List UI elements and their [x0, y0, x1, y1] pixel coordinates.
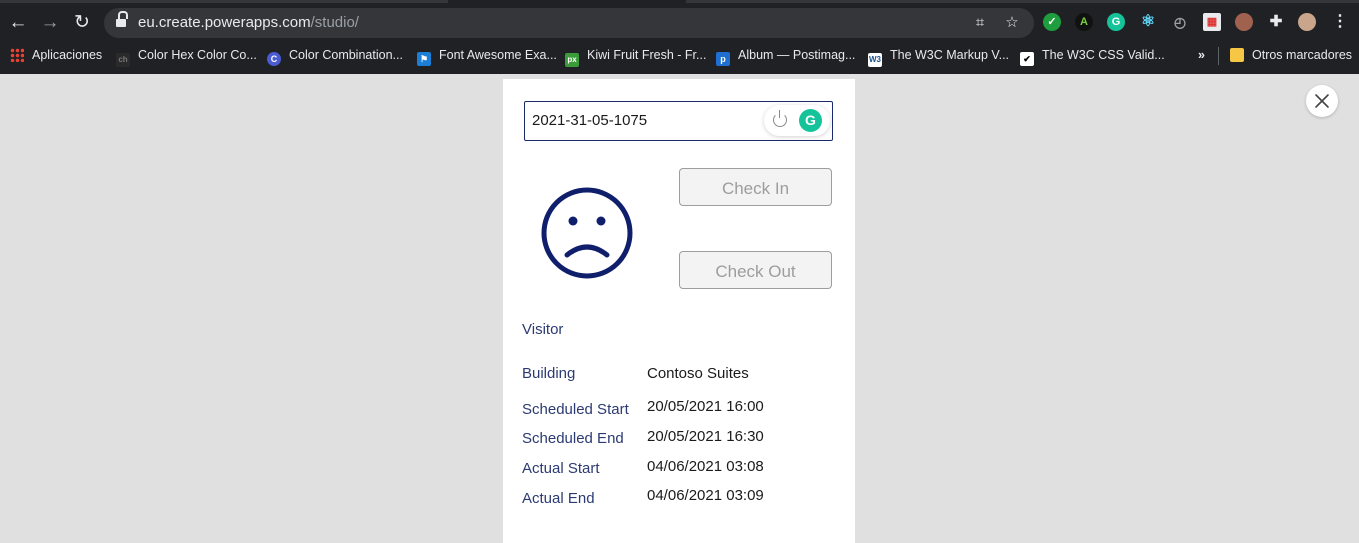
- url-path: /studio/: [310, 14, 359, 31]
- bookmark-font-awesome[interactable]: ⚑ Font Awesome Exa...: [417, 44, 557, 66]
- folder-icon: [1230, 48, 1244, 62]
- visitor-label: Visitor: [522, 321, 564, 338]
- check-extension-icon[interactable]: ✓: [1043, 13, 1061, 31]
- grammarly-widget[interactable]: G: [764, 105, 830, 136]
- power-icon[interactable]: [773, 110, 787, 127]
- grammarly-icon[interactable]: G: [799, 109, 822, 132]
- close-button[interactable]: [1306, 85, 1338, 117]
- bookmark-label: Color Hex Color Co...: [138, 48, 257, 62]
- bookmark-kiwi[interactable]: px Kiwi Fruit Fresh - Fr...: [565, 44, 707, 67]
- close-icon: [1315, 94, 1329, 108]
- bookmark-w3c-markup[interactable]: W3 The W3C Markup V...: [868, 44, 1010, 67]
- check-out-button[interactable]: Check Out: [679, 251, 832, 289]
- colorhex-icon: ch: [116, 53, 130, 67]
- apps-grid-icon: [10, 48, 24, 62]
- bookmark-color-combination[interactable]: C Color Combination...: [267, 44, 403, 66]
- bookmark-star-icon[interactable]: ☆: [1002, 13, 1022, 33]
- w3c-icon: W3: [868, 53, 882, 67]
- grammarly-extension-icon[interactable]: G: [1107, 13, 1125, 31]
- more-bookmarks-chevron-icon[interactable]: »: [1198, 44, 1205, 66]
- puzzle-extensions-icon[interactable]: ✚: [1267, 13, 1285, 31]
- actual-end-label: Actual End: [522, 490, 595, 507]
- scheduled-end-label: Scheduled End: [522, 430, 624, 447]
- forward-arrow-icon[interactable]: →: [37, 11, 63, 35]
- scheduled-end-value: 20/05/2021 16:30: [647, 428, 764, 445]
- actual-start-value: 04/06/2021 03:08: [647, 458, 764, 475]
- scheduled-start-value: 20/05/2021 16:00: [647, 398, 764, 415]
- app-canvas: 2021-31-05-1075 G Check In Check Out Vis…: [503, 79, 855, 543]
- bookmark-postimage[interactable]: p Album — Postimag...: [716, 44, 855, 66]
- browser-chrome: ← → ↻ eu.create.powerapps.com/studio/ ⌗ …: [0, 0, 1359, 74]
- brown-extension-icon[interactable]: [1235, 13, 1253, 31]
- active-tab[interactable]: [448, 0, 686, 3]
- tab-strip: [0, 0, 1359, 3]
- actual-end-value: 04/06/2021 03:09: [647, 487, 764, 504]
- flag-icon: ⚑: [417, 52, 431, 66]
- check-in-button[interactable]: Check In: [679, 168, 832, 206]
- px-icon: px: [565, 53, 579, 67]
- lock-icon: [116, 11, 128, 28]
- bookmark-label: Color Combination...: [289, 48, 403, 62]
- building-value: Contoso Suites: [647, 365, 749, 382]
- url-host: eu.create.powerapps.com: [138, 14, 311, 31]
- bookmarks-divider: [1218, 47, 1219, 65]
- bookmark-label: Album — Postimag...: [738, 48, 856, 62]
- timer-extension-icon[interactable]: ◴: [1171, 13, 1189, 31]
- css-valid-icon: ✔: [1020, 52, 1034, 66]
- actual-start-label: Actual Start: [522, 460, 600, 477]
- bookmarks-bar: Aplicaciones ch Color Hex Color Co... C Co…: [0, 44, 1359, 67]
- c-circle-icon: C: [267, 52, 281, 66]
- url-text: eu.create.powerapps.com/studio/: [138, 14, 359, 31]
- p-icon: p: [716, 52, 730, 66]
- building-label: Building: [522, 365, 576, 382]
- visit-code-value: 2021-31-05-1075: [532, 112, 648, 129]
- reload-icon[interactable]: ↻: [69, 11, 95, 35]
- calendar-extension-icon[interactable]: ▦: [1203, 13, 1221, 31]
- translate-icon[interactable]: ⌗: [970, 13, 990, 33]
- bookmark-w3c-css[interactable]: ✔ The W3C CSS Valid...: [1020, 44, 1165, 66]
- scheduled-start-label: Scheduled Start: [522, 401, 629, 418]
- back-arrow-icon[interactable]: ←: [5, 11, 31, 35]
- react-extension-icon[interactable]: ⚛: [1139, 13, 1157, 31]
- visit-code-input[interactable]: 2021-31-05-1075 G: [524, 101, 833, 141]
- profile-avatar[interactable]: [1298, 13, 1316, 31]
- bookmark-other[interactable]: Otros marcadores: [1230, 44, 1352, 66]
- sad-face-icon: [541, 187, 633, 279]
- menu-kebab-icon[interactable]: ⋮: [1331, 13, 1349, 31]
- address-bar[interactable]: eu.create.powerapps.com/studio/ ⌗ ☆: [104, 8, 1034, 38]
- bookmark-label: Font Awesome Exa...: [439, 48, 557, 62]
- bookmark-aplicaciones[interactable]: Aplicaciones: [10, 44, 102, 66]
- bookmark-label: The W3C Markup V...: [890, 48, 1010, 62]
- android-extension-icon[interactable]: A: [1075, 13, 1093, 31]
- bookmark-label: Aplicaciones: [32, 48, 103, 62]
- bookmark-label: Otros marcadores: [1252, 48, 1353, 62]
- bookmark-label: Kiwi Fruit Fresh - Fr...: [587, 48, 707, 62]
- bookmark-label: The W3C CSS Valid...: [1042, 48, 1165, 62]
- bookmark-colorhex[interactable]: ch Color Hex Color Co...: [116, 44, 257, 67]
